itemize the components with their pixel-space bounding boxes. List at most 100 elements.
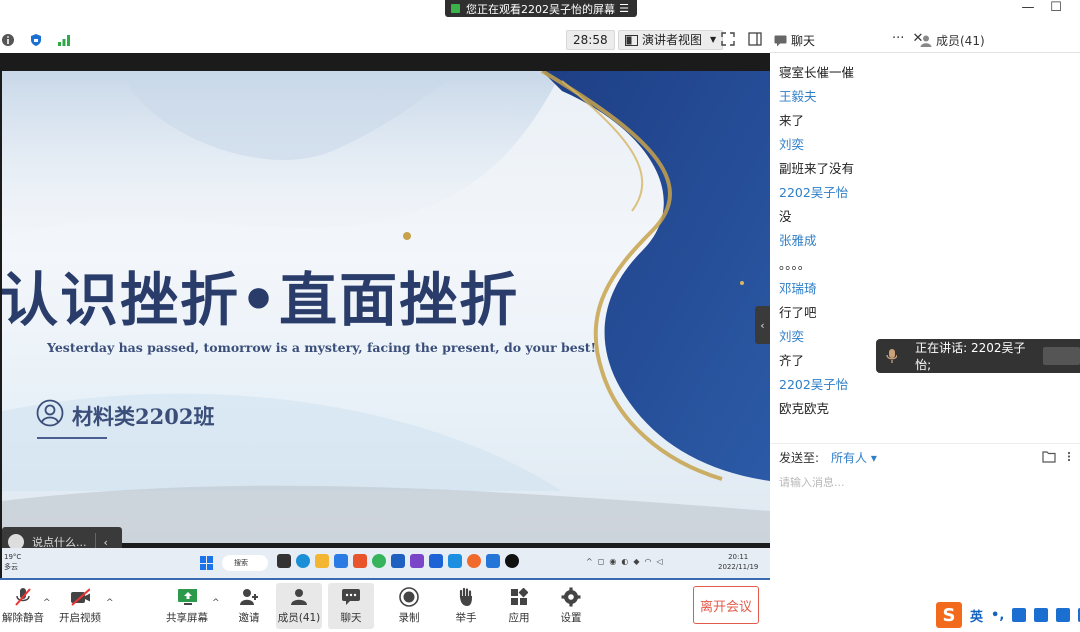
mic-icon[interactable] [1012, 608, 1027, 622]
chevron-up-icon[interactable]: ^ [212, 598, 220, 608]
send-tools [1042, 450, 1074, 463]
folder-icon [315, 554, 329, 568]
invite-label: 邀请 [238, 612, 260, 624]
camera-off-icon [70, 587, 90, 607]
record-icon [399, 587, 419, 607]
presentation-slide: 认识挫折•直面挫折 Yesterday has passed, tomorrow… [2, 71, 770, 543]
sidebar-icon[interactable] [748, 32, 764, 48]
leave-meeting-button[interactable]: 离开会议 [693, 586, 759, 624]
windows-start-icon [200, 556, 214, 570]
office-icon [353, 554, 367, 568]
clock-time: 20:11 [728, 553, 749, 561]
chevron-left-icon[interactable]: ‹ [104, 536, 108, 549]
share-status-icon [451, 4, 460, 13]
chat-message-text: 副班来了没有 [779, 161, 855, 176]
chevron-left-icon: ‹ [760, 318, 765, 332]
meeting-control-bar: 解除静音 ^ 开启视频 ^ 共享屏幕 ^ 邀请 成员(41) 聊天 录制 举手 … [0, 580, 770, 632]
chat-message-text: 。。。。 [779, 257, 811, 272]
more-icon[interactable]: ··· [892, 31, 904, 46]
slide-title: 认识挫折•直面挫折 [2, 266, 520, 334]
tab-chat[interactable]: 聊天 [774, 32, 815, 49]
maximize-icon[interactable]: ☐ [1044, 0, 1068, 18]
tray-icon: ◻ [597, 557, 605, 566]
chevron-up-icon[interactable]: ^ [106, 598, 114, 608]
settings-button[interactable]: 设置 [548, 583, 594, 629]
chevron-down-icon: ▼ [710, 35, 717, 44]
hand-icon [456, 587, 476, 607]
edge-icon [296, 554, 310, 568]
ime-toolbar: S 英 •, [936, 600, 1080, 630]
chat-message-text: 来了 [779, 113, 805, 128]
meeting-window: 您正在观看2202吴子怡的屏幕 ☰ — ☐ 28:58 演讲者视图 ▼ 认识挫折… [0, 0, 1080, 632]
panel-collapse-button[interactable]: ‹ [755, 306, 770, 344]
minimize-icon[interactable]: — [1016, 0, 1040, 18]
send-target-dropdown[interactable]: 所有人 ▾ [831, 449, 877, 466]
members-button[interactable]: 成员(41) [276, 583, 322, 629]
chat-message-text: 没 [779, 209, 792, 224]
chat-message-sender[interactable]: 张雅成 [779, 230, 1059, 254]
system-tray: ^ ◻ ◉ ◐ ◆ ◠ ◁ [586, 557, 663, 566]
apps-button[interactable]: 应用 [496, 583, 542, 629]
speaker-icon [886, 349, 898, 363]
store-icon [334, 554, 348, 568]
chevron-up-icon: ^ [586, 557, 593, 566]
chat-message-text: 行了吧 [779, 305, 817, 320]
share-screen-label: 共享屏幕 [166, 612, 208, 624]
chat-icon [341, 587, 361, 607]
chat-message-input[interactable]: 请输入消息... [779, 474, 845, 490]
unmute-button[interactable]: 解除静音 [0, 583, 46, 629]
weather-desc: 多云 [4, 563, 18, 571]
sogou-logo-icon[interactable]: S [936, 602, 962, 628]
taskbar-clock: 20:11 2022/11/19 [718, 552, 758, 572]
app-icon [410, 554, 424, 568]
start-video-button[interactable]: 开启视频 [57, 583, 103, 629]
chat-message-text: 欧克欧克 [779, 401, 830, 416]
raise-hand-button[interactable]: 举手 [443, 583, 489, 629]
shield-icon[interactable] [28, 32, 44, 48]
weather-temp: 19°C [4, 553, 22, 561]
weather-widget: 19°C 多云 [4, 552, 44, 572]
chevron-up-icon[interactable]: ^ [43, 598, 51, 608]
class-underline [37, 437, 107, 439]
chat-message-sender[interactable]: 邓瑞琦 [779, 278, 1059, 302]
audio-wave-icon [1042, 347, 1080, 365]
keyboard-icon[interactable] [1034, 608, 1049, 622]
person-icon [920, 35, 932, 47]
chat-message-text: 寝室长催一催 [779, 65, 855, 80]
invite-button[interactable]: 邀请 [226, 583, 272, 629]
record-button[interactable]: 录制 [386, 583, 432, 629]
gear-icon [561, 587, 581, 607]
fullscreen-icon[interactable] [721, 32, 737, 48]
info-icon[interactable] [0, 32, 16, 48]
apps-grid-icon [509, 587, 529, 607]
screen-share-banner[interactable]: 您正在观看2202吴子怡的屏幕 ☰ [445, 0, 637, 17]
raise-hand-label: 举手 [455, 612, 477, 624]
chat-label: 聊天 [340, 612, 362, 624]
signal-icon[interactable] [56, 32, 72, 48]
chat-button[interactable]: 聊天 [328, 583, 374, 629]
settings-label: 设置 [560, 612, 582, 624]
ime-language[interactable]: 英 [970, 606, 983, 625]
share-screen-button[interactable]: 共享屏幕 [164, 583, 210, 629]
list-icon[interactable]: ☰ [619, 2, 629, 15]
mic-muted-icon [13, 587, 33, 607]
chat-tab-tools: ··· ✕ [892, 31, 923, 46]
shared-screen[interactable]: 认识挫折•直面挫折 Yesterday has passed, tomorrow… [0, 53, 770, 580]
file-icon[interactable] [1042, 450, 1056, 463]
chat-message-sender[interactable]: 刘奕 [779, 134, 1059, 158]
view-mode-dropdown[interactable]: 演讲者视图 ▼ [618, 30, 724, 50]
chat-message-sender[interactable]: 2202吴子怡 [779, 374, 1059, 398]
meeting-toolbar: 28:58 演讲者视图 ▼ [0, 27, 770, 53]
send-to-row: 发送至: 所有人 ▾ [770, 443, 1080, 471]
members-label: 成员(41) [277, 612, 321, 624]
tray-icon: ◆ [633, 557, 640, 566]
ime-punctuation[interactable]: •, [991, 608, 1004, 623]
wifi-icon: ◠ [644, 557, 652, 566]
slide-subtitle: Yesterday has passed, tomorrow is a myst… [47, 340, 597, 355]
app-icon [486, 554, 500, 568]
tab-members[interactable]: 成员(41) [920, 32, 985, 49]
chat-message-sender[interactable]: 2202吴子怡 [779, 182, 1059, 206]
chat-message-sender[interactable]: 王毅夫 [779, 86, 1059, 110]
more-vertical-icon[interactable] [1064, 450, 1074, 463]
shirt-icon[interactable] [1056, 608, 1071, 622]
